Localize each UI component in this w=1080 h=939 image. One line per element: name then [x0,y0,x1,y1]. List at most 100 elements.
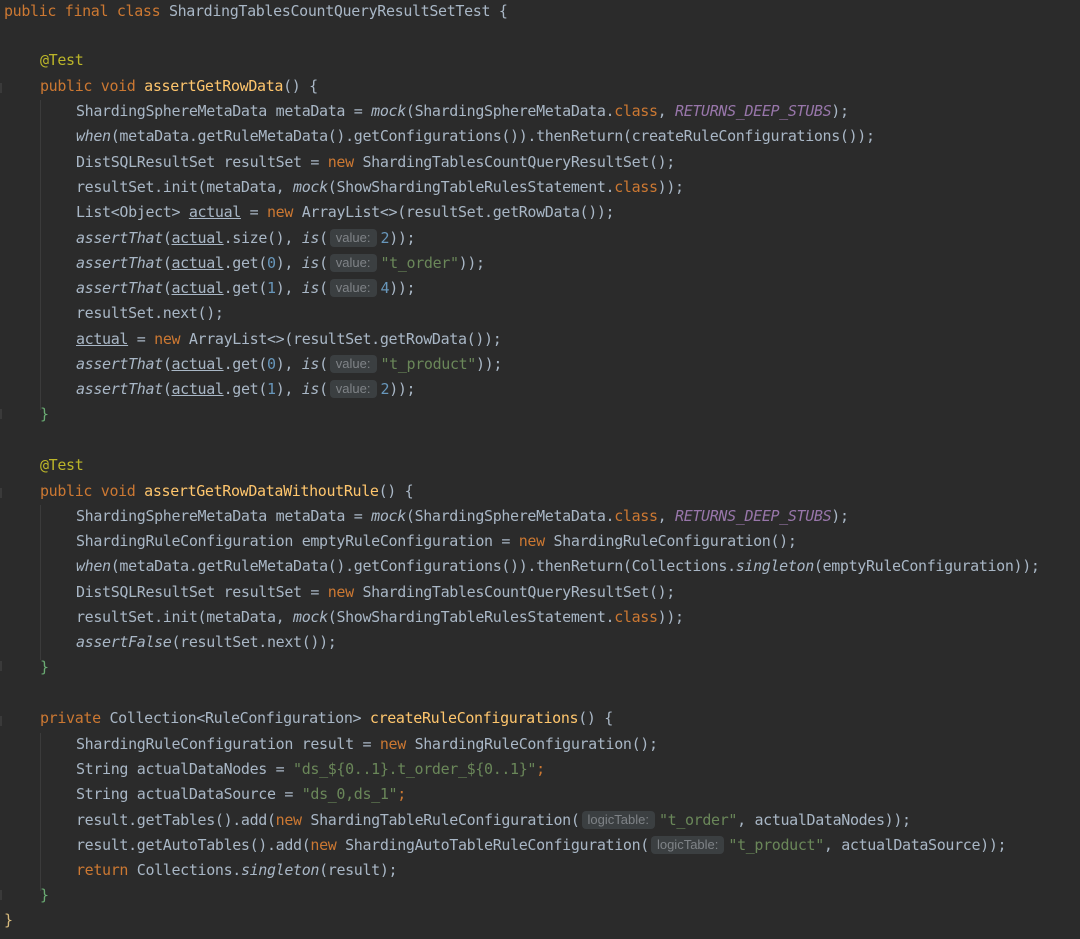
code-line[interactable]: assertThat(actual.get(0), is(value: "t_or… [76,251,485,276]
code-line[interactable]: String actualDataNodes = "ds_${0..1}.t_o… [76,757,545,782]
code-line[interactable]: } [40,402,49,427]
code-text: ); [831,102,849,120]
parameter-hint: value: [329,254,377,272]
code-line[interactable]: } [4,908,13,933]
code-line[interactable]: } [40,655,49,680]
code-line[interactable]: when(metaData.getRuleMetaData().getConfi… [76,554,1040,579]
code-text: DistSQLResultSet resultSet = [76,583,328,601]
code-text: ( [162,355,172,373]
keyword: new [327,583,363,601]
local-variable: actual [171,254,224,272]
code-text: ( [162,279,172,297]
static-method: assertThat [76,355,163,373]
code-line[interactable]: actual = new ArrayList<>(resultSet.getRo… [76,327,502,352]
string-literal: "t_product" [380,355,477,373]
code-text: (resultSet.next()); [171,633,337,651]
code-line[interactable]: private Collection<RuleConfiguration> cr… [40,706,613,731]
string-literal: "t_order" [658,811,738,829]
code-line[interactable]: String actualDataSource = "ds_0,ds_1"; [76,782,406,807]
code-line[interactable]: } [40,883,49,908]
code-line[interactable]: return Collections.singleton(result); [76,858,398,883]
fold-marker[interactable] [0,409,2,419]
code-text: ShardingTableRuleConfiguration( [310,811,580,829]
code-line[interactable]: public void assertGetRowDataWithoutRule(… [40,479,414,504]
string-literal: "ds_${0..1}.t_order_${0..1}" [293,760,537,778]
parameter-hint: logicTable: [650,836,725,854]
code-text: , actualDataSource)); [823,836,1007,854]
code-text: ShardingSphereMetaData metaData = [76,507,372,525]
code-text: String actualDataNodes = [76,760,294,778]
keyword: class [614,178,658,196]
code-line[interactable]: resultSet.next(); [76,301,224,326]
code-line[interactable]: result.getAutoTables().add(new ShardingA… [76,833,1007,858]
static-method: mock [371,507,406,525]
code-text: ( [162,254,172,272]
code-editor[interactable]: public final class ShardingTablesCountQu… [0,0,1080,939]
closing-brace: } [4,911,13,929]
number-literal: 0 [267,355,276,373]
code-line[interactable]: public final class ShardingTablesCountQu… [4,0,508,24]
code-line[interactable]: assertThat(actual.get(0), is(value: "t_pr… [76,352,502,377]
code-line[interactable]: assertFalse(resultSet.next()); [76,630,337,655]
code-text: = [240,203,267,221]
code-text: ShardingRuleConfiguration(); [553,532,797,550]
code-text: , [657,507,676,525]
fold-marker[interactable] [0,488,2,498]
method-name: assertGetRowDataWithoutRule [144,482,379,500]
code-text: .get( [223,254,268,272]
number-literal: 4 [380,279,390,297]
method-name: createRuleConfigurations [369,709,579,727]
code-line[interactable]: assertThat(actual.get(1), is(value: 4)); [76,276,416,301]
parameter-hint: value: [329,229,377,247]
code-text: ( [319,279,328,297]
code-text: ShardingRuleConfiguration result = [76,735,380,753]
code-text: ), [275,254,302,272]
code-text: (ShowShardingTableRulesStatement. [327,608,615,626]
code-line[interactable]: result.getTables().add(new ShardingTable… [76,808,911,833]
code-text: result.getAutoTables().add( [76,836,311,854]
closing-brace: } [40,658,49,676]
code-line[interactable]: @Test [40,453,84,478]
code-text: )); [458,254,485,272]
code-text: .get( [223,279,268,297]
code-text: .get( [223,380,268,398]
code-text: resultSet.init(metaData, [76,178,294,196]
keyword: class [614,507,658,525]
code-text: ), [275,355,302,373]
code-text: Collection<RuleConfiguration> [109,709,370,727]
number-literal: 2 [380,229,390,247]
code-line[interactable]: ShardingSphereMetaData metaData = mock(S… [76,504,849,529]
fold-marker[interactable] [0,661,2,671]
code-text: Collections. [136,861,242,879]
code-line[interactable]: ShardingSphereMetaData metaData = mock(S… [76,99,849,124]
code-line[interactable]: resultSet.init(metaData, mock(ShowShardi… [76,175,684,200]
code-line[interactable]: assertThat(actual.get(1), is(value: 2)); [76,377,416,402]
code-line[interactable]: ShardingRuleConfiguration emptyRuleConfi… [76,529,797,554]
code-line[interactable]: public void assertGetRowData() { [40,74,318,99]
code-text: ), [275,279,302,297]
static-method: is [301,254,320,272]
static-method: is [301,355,320,373]
code-line[interactable]: List<Object> actual = new ArrayList<>(re… [76,200,615,225]
code-text: ); [831,507,849,525]
code-line[interactable]: ShardingRuleConfiguration result = new S… [76,732,658,757]
code-line[interactable]: resultSet.init(metaData, mock(ShowShardi… [76,605,684,630]
code-text: ShardingRuleConfiguration emptyRuleConfi… [76,532,519,550]
code-line[interactable]: when(metaData.getRuleMetaData().getConfi… [76,124,875,149]
parameter-hint: value: [329,380,377,398]
fold-marker[interactable] [0,890,2,900]
fold-marker[interactable] [0,83,2,93]
number-literal: 2 [380,380,390,398]
keyword: new [267,203,302,221]
static-method: mock [293,178,328,196]
code-text: ShardingTablesCountQueryResultSet(); [362,153,675,171]
code-line[interactable]: DistSQLResultSet resultSet = new Shardin… [76,150,675,175]
keyword: class [614,608,658,626]
static-method: is [301,229,320,247]
static-constant: RETURNS_DEEP_STUBS [675,102,832,120]
code-line[interactable]: DistSQLResultSet resultSet = new Shardin… [76,580,675,605]
code-line[interactable]: assertThat(actual.size(), is(value: 2)); [76,226,416,251]
code-line[interactable]: @Test [40,48,84,73]
fold-marker[interactable] [0,716,2,726]
code-text: ShardingRuleConfiguration(); [414,735,658,753]
